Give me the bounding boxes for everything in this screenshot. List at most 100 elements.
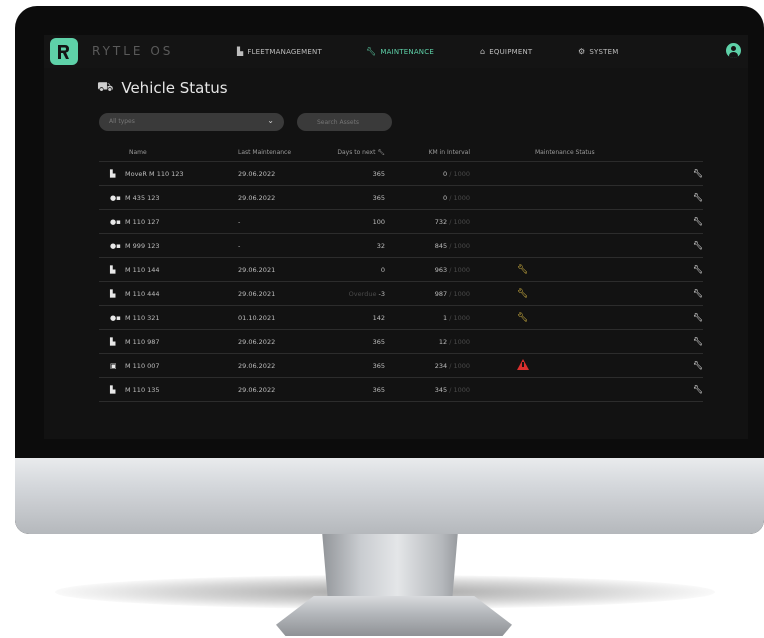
maintenance-warning-icon: 🔧︎ <box>517 312 529 323</box>
last-maintenance: 29.06.2021 <box>238 265 276 274</box>
edit-maintenance-icon[interactable]: 🔧︎ <box>670 193 703 202</box>
scene: RYTLE OS ▙ FLEETMANAGEMENT 🔧︎ MAINTENANC… <box>0 0 764 638</box>
maintenance-status: 🔧︎ <box>470 313 670 323</box>
header-days-label: Days to next <box>337 149 376 156</box>
bike-icon: ●▪ <box>110 313 121 322</box>
last-maintenance: 29.06.2022 <box>238 361 276 370</box>
brand-name: RYTLE OS <box>92 44 174 58</box>
nav-label: EQUIPMENT <box>489 47 533 56</box>
edit-maintenance-icon[interactable]: 🔧︎ <box>670 217 703 226</box>
header-maintenance-status[interactable]: Maintenance Status <box>470 149 670 156</box>
monitor-stand-neck <box>321 530 459 600</box>
vehicle-name: M 110 135 <box>125 385 160 394</box>
type-filter-select[interactable]: All types ⌄ <box>99 113 284 131</box>
km-interval-value: 1000 <box>453 361 470 370</box>
table-row[interactable]: ▙ M 110 987 29.06.2022 365 12 / 1000 🔧︎ <box>99 330 703 354</box>
box-icon: ▙ <box>110 289 116 298</box>
edit-maintenance-icon[interactable]: 🔧︎ <box>670 169 703 178</box>
km-value: 732 <box>434 217 448 226</box>
days-value: 365 <box>372 193 385 202</box>
last-maintenance: 01.10.2021 <box>238 313 276 322</box>
last-maintenance: 29.06.2022 <box>238 193 276 202</box>
table-row[interactable]: ▙ M 110 135 29.06.2022 365 345 / 1000 🔧︎ <box>99 378 703 402</box>
km-value: 963 <box>434 265 448 274</box>
km-value: 345 <box>434 385 448 394</box>
vehicle-name: M 110 007 <box>125 361 160 370</box>
km-in-interval: 987 / 1000 <box>434 289 470 298</box>
last-maintenance: - <box>238 241 241 250</box>
table-row[interactable]: ●▪ M 110 321 01.10.2021 142 1 / 1000 🔧︎ … <box>99 306 703 330</box>
nav-fleetmanagement[interactable]: ▙ FLEETMANAGEMENT <box>237 47 322 56</box>
km-value: 12 <box>438 337 448 346</box>
edit-maintenance-icon[interactable]: 🔧︎ <box>670 337 703 346</box>
box-icon: ▙ <box>110 169 116 178</box>
bike-icon: ●▪ <box>110 241 121 250</box>
km-in-interval: 1 / 1000 <box>442 313 470 322</box>
logo-icon[interactable] <box>50 38 78 65</box>
km-interval-value: 1000 <box>453 193 470 202</box>
km-in-interval: 345 / 1000 <box>434 385 470 394</box>
vehicle-name: M 999 123 <box>125 241 160 250</box>
nav-system[interactable]: ⚙ SYSTEM <box>578 47 618 56</box>
days-value: 365 <box>372 337 385 346</box>
table-row[interactable]: ●▪ M 110 127 - 100 732 / 1000 🔧︎ <box>99 210 703 234</box>
box-icon: ▙ <box>110 337 116 346</box>
nav-equipment[interactable]: ⌂ EQUIPMENT <box>480 47 532 56</box>
days-value: 365 <box>372 169 385 178</box>
vehicle-name: M 110 127 <box>125 217 160 226</box>
table-row[interactable]: ●▪ M 435 123 29.06.2022 365 0 / 1000 🔧︎ <box>99 186 703 210</box>
header-days-to-next[interactable]: Days to next 🔧︎ <box>330 149 385 156</box>
table-row[interactable]: ●▪ M 999 123 - 32 845 / 1000 🔧︎ <box>99 234 703 258</box>
table-row[interactable]: ▙ M 110 444 29.06.2021 Overdue -3 987 / … <box>99 282 703 306</box>
screen: RYTLE OS ▙ FLEETMANAGEMENT 🔧︎ MAINTENANC… <box>44 35 748 439</box>
header-km-interval[interactable]: KM in Interval <box>385 149 470 156</box>
edit-maintenance-icon[interactable]: 🔧︎ <box>670 289 703 298</box>
last-maintenance: 29.06.2021 <box>238 289 276 298</box>
edit-maintenance-icon[interactable]: 🔧︎ <box>670 385 703 394</box>
edit-maintenance-icon[interactable]: 🔧︎ <box>670 265 703 274</box>
monitor-stand-base <box>276 596 512 636</box>
days-to-next: 365 <box>330 338 385 346</box>
km-value: 987 <box>434 289 448 298</box>
type-filter-value: All types <box>109 118 135 125</box>
km-in-interval: 12 / 1000 <box>438 337 470 346</box>
days-to-next: Overdue -3 <box>330 290 385 298</box>
table-row[interactable]: ▙ MoveR M 110 123 29.06.2022 365 0 / 100… <box>99 162 703 186</box>
last-maintenance: - <box>238 217 241 226</box>
days-to-next: 365 <box>330 362 385 370</box>
km-interval-value: 1000 <box>453 265 470 274</box>
km-in-interval: 0 / 1000 <box>442 169 470 178</box>
table-row[interactable]: ▣ M 110 007 29.06.2022 365 234 / 1000 🔧︎ <box>99 354 703 378</box>
km-interval-value: 1000 <box>453 241 470 250</box>
nav-maintenance[interactable]: 🔧︎ MAINTENANCE <box>366 47 434 56</box>
edit-maintenance-icon[interactable]: 🔧︎ <box>670 241 703 250</box>
logo-glyph <box>58 44 69 59</box>
maintenance-status <box>470 359 670 372</box>
days-value: 365 <box>372 385 385 394</box>
days-to-next: 100 <box>330 218 385 226</box>
km-value: 234 <box>434 361 448 370</box>
last-maintenance: 29.06.2022 <box>238 169 276 178</box>
km-value: 845 <box>434 241 448 250</box>
km-in-interval: 0 / 1000 <box>442 193 470 202</box>
maintenance-status: 🔧︎ <box>470 289 670 299</box>
km-interval-value: 1000 <box>453 313 470 322</box>
days-to-next: 142 <box>330 314 385 322</box>
vehicle-name: MoveR M 110 123 <box>125 169 184 178</box>
nav-label: SYSTEM <box>589 47 619 56</box>
vehicle-table: Name Last Maintenance Days to next 🔧︎ KM… <box>99 144 703 402</box>
search-input[interactable] <box>297 113 392 131</box>
edit-maintenance-icon[interactable]: 🔧︎ <box>670 313 703 322</box>
km-interval-value: 1000 <box>453 289 470 298</box>
table-row[interactable]: ▙ M 110 144 29.06.2021 0 963 / 1000 🔧︎ 🔧… <box>99 258 703 282</box>
header-last-maintenance[interactable]: Last Maintenance <box>238 149 330 156</box>
header-name[interactable]: Name <box>123 149 238 156</box>
bike-icon: ●▪ <box>110 217 121 226</box>
trailer-icon: ▣ <box>110 361 117 370</box>
km-interval-value: 1000 <box>453 337 470 346</box>
user-account-icon[interactable] <box>726 43 741 58</box>
nav-label: MAINTENANCE <box>380 47 434 56</box>
equipment-icon: ⌂ <box>480 47 486 56</box>
km-in-interval: 732 / 1000 <box>434 217 470 226</box>
edit-maintenance-icon[interactable]: 🔧︎ <box>670 361 703 370</box>
